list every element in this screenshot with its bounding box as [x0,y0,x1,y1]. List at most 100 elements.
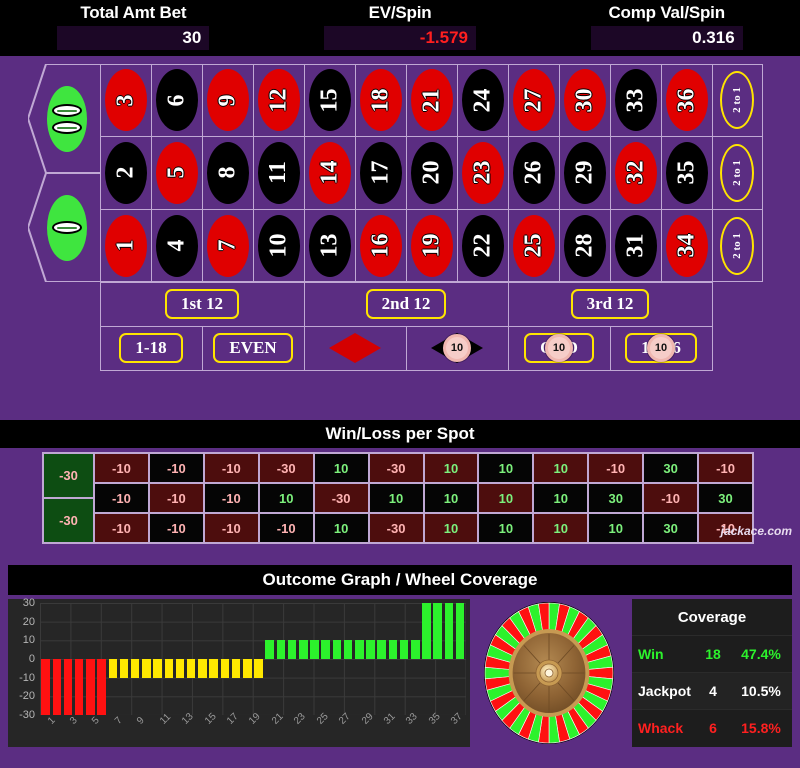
bet-spot-15[interactable]: 15 [303,63,356,138]
bet-spot-19-36[interactable]: 19-3610 [609,325,713,371]
x-tick-label: 9 [135,715,147,727]
number-oval-4: 4 [155,214,198,277]
coverage-cnt: 4 [709,683,717,699]
bet-chip[interactable]: 10 [545,334,573,362]
bet-spot-27[interactable]: 27 [507,63,560,138]
bet-spot-28[interactable]: 28 [558,208,611,283]
bet-spot-33[interactable]: 33 [609,63,662,138]
bet-spot-35[interactable]: 35 [660,136,713,210]
bet-spot-26[interactable]: 26 [507,136,560,210]
bet-spot-30[interactable]: 30 [558,63,611,138]
bet-spot-5[interactable]: 5 [150,136,203,210]
dozen-label: 3rd 12 [570,289,650,319]
bet-spot-1[interactable]: 1 [99,208,152,283]
number-label: 7 [214,239,240,252]
bar-38 [455,603,465,659]
bet-spot-25[interactable]: 25 [507,208,560,283]
bet-spot-36[interactable]: 36 [660,63,713,138]
bet-spot-20[interactable]: 20 [405,136,458,210]
number-label: 35 [673,160,699,185]
bet-spot-22[interactable]: 22 [456,208,509,283]
bet-spot-1-18[interactable]: 1-18 [99,325,203,371]
bet-spot-red[interactable] [303,325,407,371]
bar-6 [97,659,106,715]
win-loss-cell-00: -30 [44,454,93,497]
bet-spot-black[interactable]: 10 [405,325,509,371]
bet-spot-19[interactable]: 19 [405,208,458,283]
bet-spot-dozen-2[interactable]: 2nd 12 [303,281,509,327]
y-tick-label: -20 [19,690,35,703]
bet-spot-column-3[interactable]: 2 to 1 [711,208,763,283]
outcome-bar-chart: 30 20 10 0 -10 -20 -30 1 3 5 7 9 11 13 15 17 19 21 23 25 27… [8,597,470,747]
bet-spot-23[interactable]: 23 [456,136,509,210]
number-oval-2: 2 [104,141,147,204]
coverage-name: Whack [638,720,684,736]
win-loss-cell-11: 10 [259,484,313,512]
bar-34 [411,640,420,659]
roulette-wheel-icon [484,602,614,744]
coverage-row-win: Win 18 47.4% [632,635,792,672]
bet-spot-odd[interactable]: ODD10 [507,325,611,371]
bet-spot-2[interactable]: 2 [99,136,152,210]
bar-11 [153,659,162,678]
bar-2 [52,659,62,715]
number-oval-17: 17 [359,141,402,204]
bet-spot-4[interactable]: 4 [150,208,203,283]
bet-spot-3[interactable]: 3 [99,63,152,138]
number-label: 19 [418,233,444,258]
bet-spot-8[interactable]: 8 [201,136,254,210]
win-loss-cell-12: -30 [259,454,313,482]
bet-spot-16[interactable]: 16 [354,208,407,283]
bet-spot-18[interactable]: 18 [354,63,407,138]
bar-33 [399,640,409,659]
bet-spot-34[interactable]: 34 [660,208,713,283]
zero-glyph [52,103,82,117]
number-oval-7: 7 [206,214,249,277]
bar-slot [253,603,264,715]
bet-spot-24[interactable]: 24 [456,63,509,138]
number-oval-18: 18 [359,69,402,132]
bet-spot-dozen-3[interactable]: 3rd 12 [507,281,713,327]
bet-spot-column-1[interactable]: 2 to 1 [711,63,763,138]
wheel-coverage-graphic [470,599,628,747]
win-loss-cell-20: 10 [424,484,478,512]
bet-spot-6[interactable]: 6 [150,63,203,138]
bet-spot-double-zero[interactable] [28,64,106,173]
bar-18 [231,659,241,678]
bet-spot-10[interactable]: 10 [252,208,305,283]
bet-spot-17[interactable]: 17 [354,136,407,210]
bet-spot-column-2[interactable]: 2 to 1 [711,136,763,210]
bet-spot-9[interactable]: 9 [201,63,254,138]
bet-chip[interactable]: 10 [647,334,675,362]
bet-spot-31[interactable]: 31 [609,208,662,283]
coverage-pct: 47.4% [741,646,781,662]
header-value-box: -1.579 [324,26,476,50]
bet-spot-dozen-1[interactable]: 1st 12 [99,281,305,327]
bet-spot-21[interactable]: 21 [405,63,458,138]
header-label: Comp Val/Spin [608,3,725,22]
number-label: 5 [163,166,189,179]
bet-spot-32[interactable]: 32 [609,136,662,210]
win-loss-cell-2: -10 [95,484,148,512]
bet-spot-zero[interactable] [28,173,106,282]
number-oval-19: 19 [410,214,453,277]
bet-spot-11[interactable]: 11 [252,136,305,210]
bar-slot [40,603,51,715]
bet-spot-13[interactable]: 13 [303,208,356,283]
number-oval-8: 8 [206,141,249,204]
outcome-section: Outcome Graph / Wheel Coverage 30 20 10 0 -1… [8,565,792,761]
bar-20 [254,659,263,678]
bet-spot-12[interactable]: 12 [252,63,305,138]
number-label: 12 [265,88,291,113]
win-loss-cell-19: 10 [424,514,478,542]
bet-spot-14[interactable]: 14 [303,136,356,210]
bet-spot-even[interactable]: EVEN [201,325,305,371]
bet-spot-29[interactable]: 29 [558,136,611,210]
number-label: 21 [418,88,444,113]
bar-slot [365,603,376,715]
bet-spot-7[interactable]: 7 [201,208,254,283]
bet-chip[interactable]: 10 [443,334,471,362]
bar-9 [130,659,140,678]
column-bets: 2 to 1 2 to 1 2 to 1 [711,63,763,283]
bar-37 [444,603,454,659]
